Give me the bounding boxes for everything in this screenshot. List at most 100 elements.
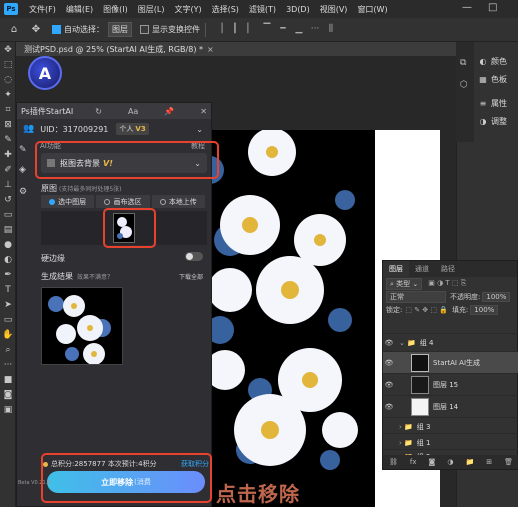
show-transform-checkbox[interactable] <box>140 25 149 34</box>
eye-icon[interactable]: 👁 <box>383 381 395 389</box>
tab-layers[interactable]: 图层 <box>383 261 409 277</box>
lasso-icon[interactable]: ◌ <box>0 72 16 87</box>
quick-mask-icon[interactable]: ◙ <box>0 387 16 402</box>
font-size-icon[interactable]: Aa <box>128 107 138 116</box>
fx-icon[interactable]: fx <box>410 458 417 466</box>
pin-icon[interactable]: 📌 <box>164 107 174 116</box>
download-all-button[interactable]: 下载全部 <box>179 272 203 281</box>
move-tool-icon[interactable]: ✥ <box>28 22 44 38</box>
eyedropper-icon[interactable]: ✎ <box>0 132 16 147</box>
chevron-right-icon[interactable]: › 📁 <box>399 423 413 431</box>
eye-icon[interactable]: 👁 <box>383 403 395 411</box>
align-center-icon[interactable]: ┃ <box>229 24 241 36</box>
delete-layer-icon[interactable]: 🗑 <box>504 458 513 466</box>
menu-image[interactable]: 图像(I) <box>98 4 133 15</box>
marquee-icon[interactable]: ⬚ <box>0 57 16 72</box>
type-icon[interactable]: T <box>0 282 16 297</box>
eye-icon[interactable]: 👁 <box>383 359 395 367</box>
path-select-icon[interactable]: ➤ <box>0 297 16 312</box>
blend-mode-dropdown[interactable]: 正常 <box>386 290 446 303</box>
adjustment-layer-icon[interactable]: ◑ <box>447 458 453 466</box>
pen-sidebar-icon[interactable]: ✎ <box>19 145 27 155</box>
panel-properties[interactable]: ≡ 属性 <box>478 98 507 109</box>
menu-view[interactable]: 视图(V) <box>315 4 353 15</box>
healing-icon[interactable]: ✚ <box>0 147 16 162</box>
chevron-down-icon[interactable]: ⌄ <box>196 125 203 134</box>
more-options-icon[interactable]: ··· <box>309 24 321 36</box>
tab-channels[interactable]: 通道 <box>409 264 435 274</box>
stamp-icon[interactable]: ⊥ <box>0 177 16 192</box>
tab-paths[interactable]: 路径 <box>435 264 461 274</box>
menu-edit[interactable]: 编辑(E) <box>61 4 98 15</box>
home-icon[interactable]: ⌂ <box>6 22 22 38</box>
new-layer-icon[interactable]: ⊞ <box>486 458 492 466</box>
history-brush-icon[interactable]: ↺ <box>0 192 16 207</box>
auto-select-checkbox[interactable] <box>52 25 61 34</box>
chevron-right-icon[interactable]: › 📁 <box>399 439 413 447</box>
foreground-color-icon[interactable]: ■ <box>0 372 16 387</box>
panel-swatches[interactable]: ▦ 色板 <box>478 74 507 85</box>
pen-icon[interactable]: ✒ <box>0 267 16 282</box>
lock-icons[interactable]: ⬚ ✎ ✥ ⬚ 🔒 <box>405 306 448 314</box>
layer-row-startai[interactable]: 👁 StartAI AI生成 <box>383 351 518 373</box>
layer-filter-dropdown[interactable]: ⌕ 类型 ⌄ <box>386 277 423 290</box>
distribute-icon[interactable]: ⫼ <box>325 24 337 36</box>
chevron-down-icon[interactable]: ⌄ 📁 <box>399 339 416 347</box>
tab-local-upload[interactable]: 本地上传 <box>151 195 205 208</box>
maximize-button[interactable]: □ <box>488 2 497 13</box>
minimize-button[interactable]: — <box>462 2 472 13</box>
fill-input[interactable]: 100% <box>470 304 499 315</box>
align-left-icon[interactable]: ▕ <box>213 24 225 36</box>
brush-icon[interactable]: ✐ <box>0 162 16 177</box>
document-tab[interactable]: 测试PSD.psd @ 25% (StartAI AI生成, RGB/8) * … <box>16 42 456 56</box>
menu-layer[interactable]: 图层(L) <box>133 4 170 15</box>
hard-edge-toggle[interactable] <box>185 252 203 261</box>
more-tools-icon[interactable]: ··· <box>0 357 16 372</box>
layer-row-group-4[interactable]: 👁 ⌄ 📁 组 4 <box>383 333 518 351</box>
menu-filter[interactable]: 滤镜(T) <box>244 4 281 15</box>
filter-icons[interactable]: ▣ ◑ T ⬚ ⎘ <box>428 279 466 288</box>
screen-mode-icon[interactable]: ▣ <box>0 402 16 417</box>
menu-type[interactable]: 文字(Y) <box>169 4 206 15</box>
user-info-row[interactable]: 👥 UID：317009291 个人 V3 ⌄ <box>17 119 211 139</box>
eye-icon[interactable]: 👁 <box>383 339 395 347</box>
hand-icon[interactable]: ✋ <box>0 327 16 342</box>
menu-select[interactable]: 选择(S) <box>207 4 244 15</box>
tab-canvas-selection[interactable]: 画布选区 <box>96 195 150 208</box>
history-icon[interactable]: ⧉ <box>460 58 466 68</box>
settings-sidebar-icon[interactable]: ⚙ <box>19 187 27 197</box>
zoom-icon[interactable]: ⌕ <box>0 342 16 357</box>
panel-adjustments[interactable]: ◑ 调整 <box>478 116 508 127</box>
refresh-icon[interactable]: ↻ <box>95 107 102 116</box>
close-document-icon[interactable]: × <box>207 45 214 54</box>
menu-3d[interactable]: 3D(D) <box>281 5 315 14</box>
magic-wand-icon[interactable]: ✦ <box>0 87 16 102</box>
menu-window[interactable]: 窗口(W) <box>352 4 392 15</box>
mask-icon[interactable]: ◙ <box>429 458 436 466</box>
panel-color[interactable]: ◐ 颜色 <box>478 56 508 67</box>
link-icon[interactable]: ⛓ <box>389 458 398 466</box>
startai-logo[interactable]: A <box>28 56 62 90</box>
new-group-icon[interactable]: 📁 <box>465 458 474 466</box>
gradient-icon[interactable]: ▤ <box>0 222 16 237</box>
result-image[interactable] <box>41 287 123 365</box>
shape-icon[interactable]: ▭ <box>0 312 16 327</box>
align-right-icon[interactable]: ▏ <box>245 24 257 36</box>
move-icon[interactable]: ✥ <box>0 42 16 57</box>
auto-select-dropdown[interactable]: 图层 <box>108 22 132 37</box>
blur-icon[interactable]: ● <box>0 237 16 252</box>
align-bottom-icon[interactable]: ▁ <box>293 24 305 36</box>
layer-row-layer-15[interactable]: 👁 图层 15 <box>383 373 518 395</box>
align-top-icon[interactable]: ▔ <box>261 24 273 36</box>
layer-row-layer-14[interactable]: 👁 图层 14 <box>383 395 518 417</box>
tab-selected-layer[interactable]: 选中图层 <box>41 195 95 208</box>
layers-sidebar-icon[interactable]: ◈ <box>19 165 26 175</box>
align-middle-icon[interactable]: ━ <box>277 24 289 36</box>
close-icon[interactable]: ✕ <box>200 107 207 116</box>
opacity-input[interactable]: 100% <box>482 291 511 302</box>
crop-icon[interactable]: ⌗ <box>0 102 16 117</box>
menu-file[interactable]: 文件(F) <box>24 4 61 15</box>
frame-icon[interactable]: ⊠ <box>0 117 16 132</box>
cube-icon[interactable]: ⬡ <box>460 80 468 90</box>
dodge-icon[interactable]: ◐ <box>0 252 16 267</box>
